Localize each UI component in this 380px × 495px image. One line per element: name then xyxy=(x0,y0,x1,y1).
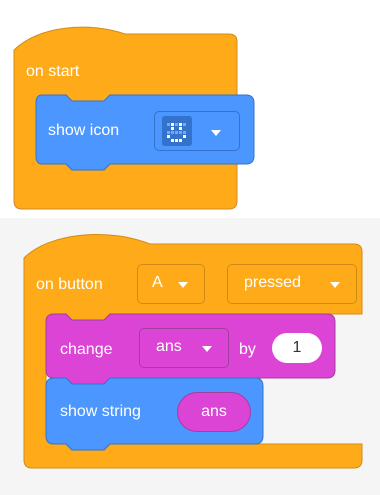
icon-picker-dropdown[interactable] xyxy=(154,111,240,151)
icon-preview-icon xyxy=(162,116,192,146)
chevron-down-icon xyxy=(211,130,221,136)
chevron-down-icon xyxy=(178,282,188,288)
by-value: 1 xyxy=(292,339,302,356)
show-icon-label: show icon xyxy=(48,122,120,139)
event-dropdown[interactable]: pressed xyxy=(227,264,357,304)
variable-value: ans xyxy=(156,338,182,355)
by-value-input[interactable]: 1 xyxy=(272,333,322,363)
variable-dropdown[interactable]: ans xyxy=(139,328,229,368)
button-value: A xyxy=(152,274,163,291)
show-string-label: show string xyxy=(60,403,141,420)
string-value: ans xyxy=(201,403,227,420)
by-label: by xyxy=(239,341,256,358)
event-value: pressed xyxy=(244,274,301,291)
workspace: on start show icon on button A pressed c… xyxy=(0,0,380,495)
chevron-down-icon xyxy=(202,346,212,352)
on-button-label: on button xyxy=(36,276,103,293)
button-dropdown[interactable]: A xyxy=(137,264,205,304)
change-label: change xyxy=(60,341,113,358)
chevron-down-icon xyxy=(330,282,340,288)
on-start-label: on start xyxy=(26,63,80,80)
ans-variable-reporter[interactable]: ans xyxy=(177,392,251,432)
